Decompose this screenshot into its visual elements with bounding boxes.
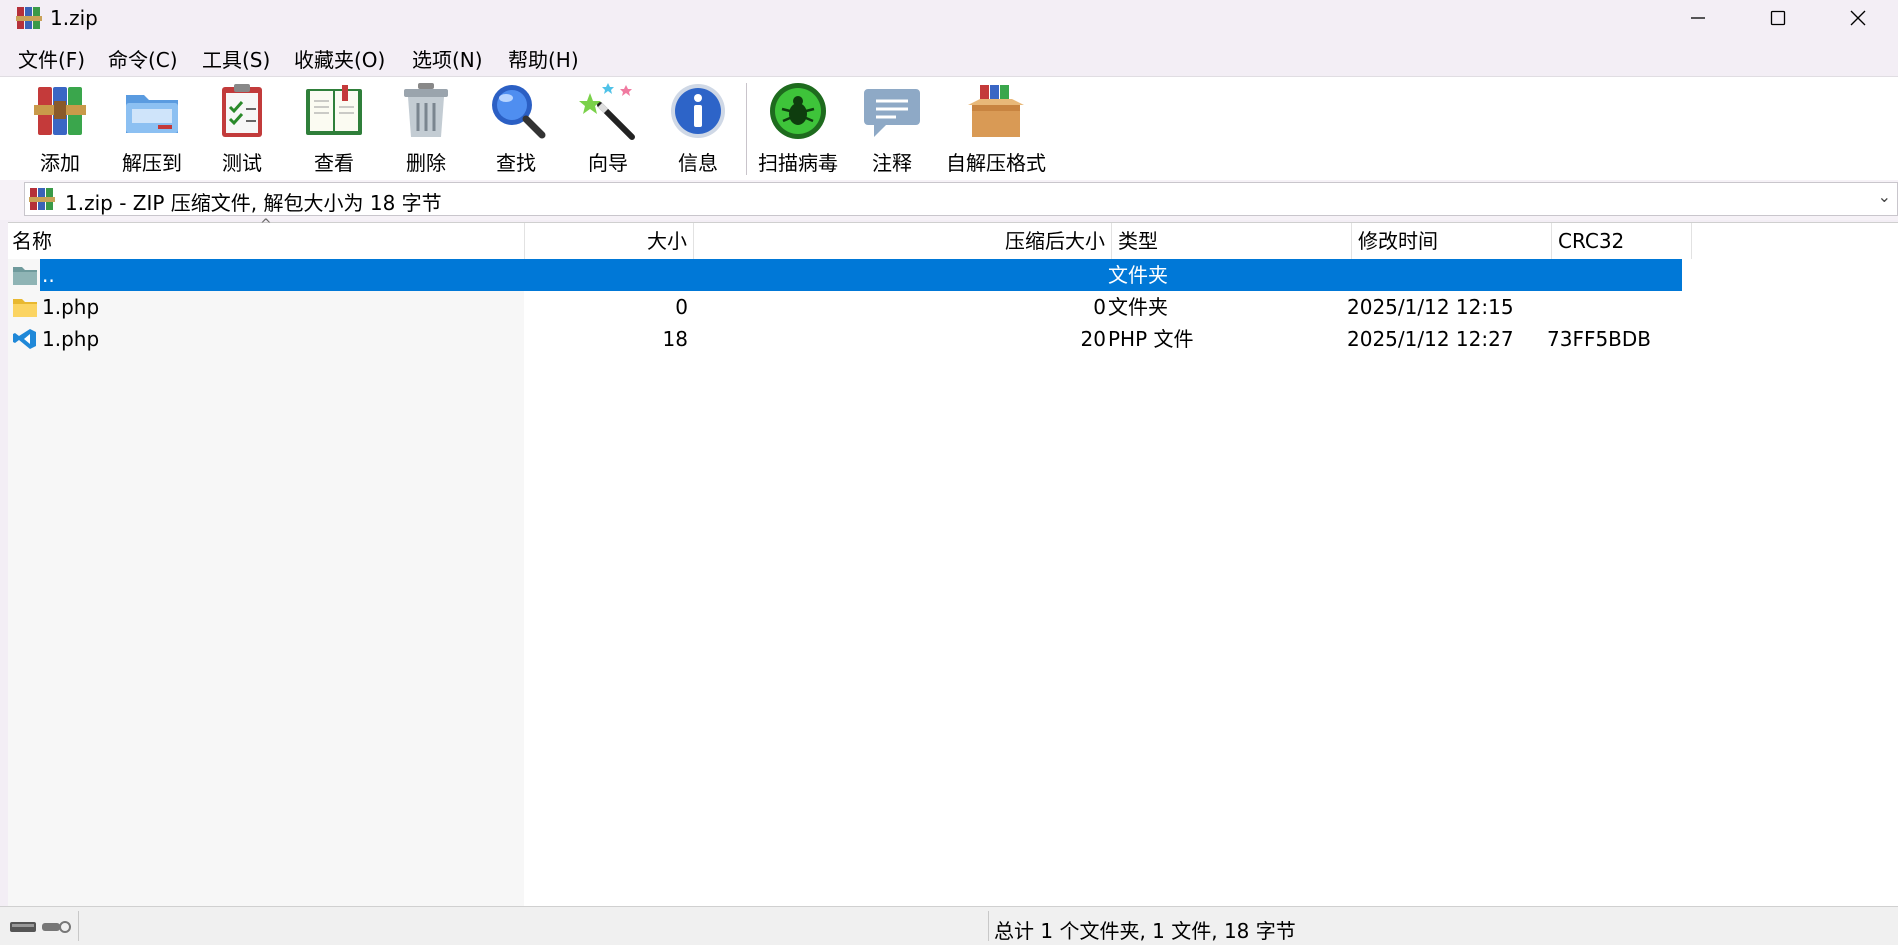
status-separator: [78, 911, 79, 941]
extract-to-button[interactable]: 解压到: [114, 81, 190, 179]
column-header-packed-label: 压缩后大小: [1005, 229, 1105, 253]
file-name: ..: [42, 263, 55, 287]
view-book-icon: [306, 85, 362, 135]
view-button[interactable]: 查看: [298, 81, 370, 179]
menu-options[interactable]: 选项(N): [412, 44, 483, 73]
parent-folder-icon: [13, 267, 37, 285]
toolbar: 添加 解压到 测试 查看 删除 查找 向导 信息 扫描病毒 注释 自解压格式: [0, 76, 1898, 182]
address-bar[interactable]: 1.zip - ZIP 压缩文件, 解包大小为 18 字节 ⌄: [24, 182, 1898, 216]
menu-file[interactable]: 文件(F): [18, 44, 85, 73]
menu-favorites[interactable]: 收藏夹(O): [294, 44, 385, 73]
menu-help[interactable]: 帮助(H): [508, 44, 579, 73]
folder-icon: [13, 299, 37, 317]
wizard-button[interactable]: 向导: [572, 81, 644, 179]
virus-scan-icon: [770, 83, 826, 139]
minimize-icon: [1691, 17, 1705, 19]
toolbar-separator: [746, 83, 747, 175]
window-title: 1.zip: [50, 6, 98, 30]
file-size: 0: [675, 295, 688, 319]
sfx-button[interactable]: 自解压格式: [942, 81, 1050, 179]
file-list: 名称 ^ 大小 压缩后大小 类型 修改时间 CRC32 .. 文件夹 1.php…: [8, 217, 1898, 907]
status-summary: 总计 1 个文件夹, 1 文件, 18 字节: [994, 919, 1296, 943]
close-icon: [1850, 10, 1866, 26]
add-button[interactable]: 添加: [24, 81, 96, 179]
virus-scan-button[interactable]: 扫描病毒: [754, 81, 842, 179]
view-label: 查看: [314, 151, 354, 175]
find-label: 查找: [496, 151, 536, 175]
maximize-icon: [1770, 10, 1786, 26]
add-archive-icon: [34, 87, 86, 135]
file-modified: 2025/1/12 12:15: [1347, 295, 1514, 319]
table-row[interactable]: 1.php 18 20 PHP 文件 2025/1/12 12:27 73FF5…: [8, 323, 1682, 355]
delete-button[interactable]: 删除: [390, 81, 462, 179]
comment-button[interactable]: 注释: [856, 81, 928, 179]
column-header-name-label: 名称: [12, 229, 52, 253]
column-header-packed[interactable]: 压缩后大小: [694, 223, 1112, 259]
sort-ascending-icon: ^: [260, 217, 272, 233]
file-name: 1.php: [42, 295, 100, 319]
column-header-type-label: 类型: [1118, 229, 1158, 253]
table-row[interactable]: 1.php 0 0 文件夹 2025/1/12 12:15: [8, 291, 1682, 323]
delete-label: 删除: [406, 151, 446, 175]
chevron-down-icon[interactable]: ⌄: [1878, 187, 1891, 206]
zip-archive-icon: [29, 188, 55, 210]
status-bar: 总计 1 个文件夹, 1 文件, 18 字节: [0, 906, 1898, 945]
extract-folder-icon: [126, 95, 178, 133]
menu-commands[interactable]: 命令(C): [108, 44, 178, 73]
file-crc: 73FF5BDB: [1547, 327, 1652, 351]
file-packed-size: 0: [1093, 295, 1106, 319]
info-button[interactable]: 信息: [662, 81, 734, 179]
file-packed-size: 20: [1080, 327, 1106, 351]
wizard-label: 向导: [588, 151, 628, 175]
status-separator: [988, 911, 989, 941]
menu-bar: 文件(F) 命令(C) 工具(S) 收藏夹(O) 选项(N) 帮助(H): [0, 36, 1898, 76]
table-row[interactable]: .. 文件夹: [8, 259, 1682, 291]
column-header-modified[interactable]: 修改时间: [1352, 223, 1552, 259]
test-label: 测试: [222, 151, 262, 175]
column-header-size-label: 大小: [647, 229, 687, 253]
maximize-button[interactable]: [1738, 0, 1818, 36]
title-bar: 1.zip: [0, 0, 1898, 36]
column-header-size[interactable]: 大小: [525, 223, 694, 259]
sfx-box-icon: [968, 85, 1024, 137]
file-size: 18: [662, 327, 688, 351]
file-name: 1.php: [42, 327, 100, 351]
drive-status-icon: [10, 921, 71, 933]
minimize-button[interactable]: [1658, 0, 1738, 36]
column-header-modified-label: 修改时间: [1358, 229, 1438, 253]
file-type: 文件夹: [1108, 263, 1168, 287]
column-header-type[interactable]: 类型: [1112, 223, 1352, 259]
info-icon: [671, 84, 725, 138]
winrar-app-icon: [16, 7, 42, 29]
comment-icon: [864, 89, 920, 137]
info-label: 信息: [678, 151, 718, 175]
extract-to-label: 解压到: [122, 151, 182, 175]
file-modified: 2025/1/12 12:27: [1347, 327, 1514, 351]
find-button[interactable]: 查找: [480, 81, 552, 179]
comment-label: 注释: [872, 151, 912, 175]
test-button[interactable]: 测试: [206, 81, 278, 179]
column-header-crc32-label: CRC32: [1558, 229, 1625, 253]
close-button[interactable]: [1818, 0, 1898, 36]
sfx-label: 自解压格式: [946, 151, 1046, 175]
vscode-file-icon: [13, 329, 36, 349]
magnifier-icon: [492, 85, 546, 139]
file-type: 文件夹: [1108, 295, 1168, 319]
file-type: PHP 文件: [1108, 327, 1194, 351]
column-header-crc32[interactable]: CRC32: [1552, 223, 1692, 259]
trash-icon: [404, 83, 448, 137]
wizard-wand-icon: [579, 83, 635, 140]
virus-scan-label: 扫描病毒: [758, 151, 838, 175]
test-clipboard-icon: [222, 84, 262, 137]
address-text: 1.zip - ZIP 压缩文件, 解包大小为 18 字节: [65, 191, 442, 215]
add-label: 添加: [40, 151, 80, 175]
menu-tools[interactable]: 工具(S): [202, 44, 270, 73]
